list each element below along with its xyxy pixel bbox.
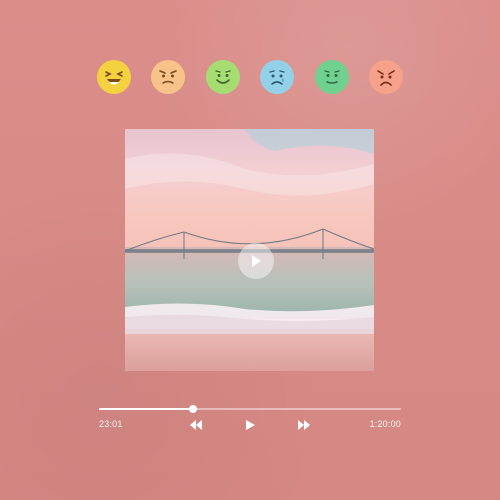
play-button[interactable] (241, 417, 259, 433)
smiling-face-icon[interactable] (205, 60, 240, 94)
angry-face-icon[interactable] (368, 60, 403, 94)
progress-bar[interactable] (99, 405, 401, 413)
laughing-face-icon[interactable] (97, 60, 131, 94)
elapsed-time: 23:01 (99, 419, 123, 429)
album-play-button[interactable] (238, 243, 274, 279)
playback-controls (187, 417, 313, 433)
calm-face-icon[interactable] (314, 60, 349, 94)
fast-forward-button[interactable] (295, 417, 313, 433)
duration-time: 1:20:00 (369, 419, 401, 429)
progress-fill (99, 408, 193, 410)
mood-emoji-row (97, 60, 403, 94)
play-icon (252, 255, 261, 267)
sad-face-icon[interactable] (260, 60, 295, 94)
annoyed-face-icon[interactable] (151, 60, 186, 94)
play-icon (246, 420, 255, 430)
rewind-icon (190, 420, 202, 430)
fast-forward-icon (298, 420, 310, 430)
rewind-button[interactable] (187, 417, 205, 433)
progress-knob[interactable] (188, 405, 197, 413)
